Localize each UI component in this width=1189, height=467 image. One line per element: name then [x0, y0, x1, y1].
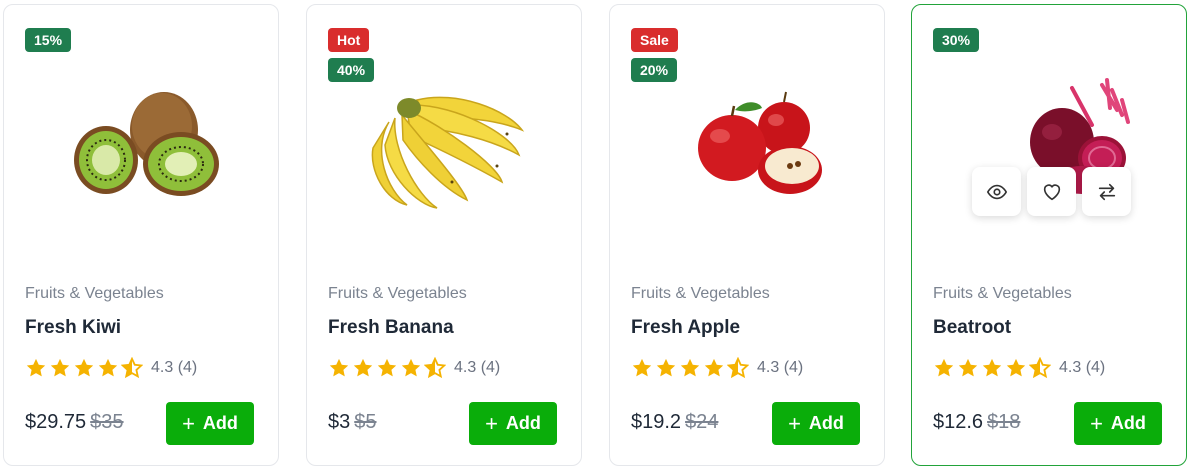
- rating-text: 4.3 (4): [1059, 359, 1106, 376]
- plus-icon: +: [1090, 410, 1103, 436]
- product-category[interactable]: Fruits & Vegetables: [328, 285, 467, 303]
- star-half-icon: [727, 357, 749, 379]
- wishlist-button[interactable]: [1027, 167, 1076, 216]
- compare-icon: [1098, 183, 1115, 200]
- star-icon: [632, 358, 652, 377]
- old-price: $18: [987, 411, 1021, 433]
- star-half-icon: [121, 357, 143, 379]
- old-price: $5: [354, 411, 377, 433]
- discount-badge: 30%: [933, 28, 980, 52]
- price: $19.2 $24: [631, 411, 718, 434]
- star-icon: [353, 358, 373, 377]
- rating: 4.3 (4): [631, 357, 803, 379]
- plus-icon: +: [485, 410, 498, 436]
- star-icon: [958, 358, 978, 377]
- sale-badge: Sale: [631, 28, 678, 52]
- star-icon: [74, 358, 94, 377]
- current-price: $29.75: [25, 411, 87, 433]
- product-image-kiwi[interactable]: [44, 70, 240, 220]
- star-half-icon: [424, 357, 446, 379]
- star-icon: [704, 358, 724, 377]
- star-icon: [26, 358, 46, 377]
- star-half-icon: [1029, 357, 1051, 379]
- add-label: Add: [808, 413, 844, 433]
- current-price: $12.6: [933, 411, 984, 433]
- product-card-apple[interactable]: Sale 20% Fruits & Vegetables Fresh Apple…: [609, 4, 885, 466]
- product-category[interactable]: Fruits & Vegetables: [631, 285, 770, 303]
- compare-button[interactable]: [1082, 167, 1131, 216]
- heart-icon: [1043, 183, 1060, 200]
- product-card-banana[interactable]: Hot 40% Fruits & Vegetables Fresh Banana…: [306, 4, 582, 466]
- rating-text: 4.3 (4): [151, 359, 198, 376]
- rating-text: 4.3 (4): [454, 359, 501, 376]
- add-label: Add: [505, 413, 541, 433]
- product-title[interactable]: Fresh Banana: [328, 317, 454, 339]
- product-card-beatroot[interactable]: 30% Fruits & Vegetables Beatroot 4.3 (4)…: [911, 4, 1187, 466]
- rating: 4.3 (4): [328, 357, 500, 379]
- eye-icon: [986, 184, 1007, 199]
- price: $12.6 $18: [933, 411, 1020, 434]
- current-price: $3: [328, 411, 351, 433]
- product-card-kiwi[interactable]: 15% Fruits & Vegetables Fresh Kiwi 4.3 (…: [3, 4, 279, 466]
- quick-actions: [972, 167, 1131, 216]
- discount-badge: 15%: [25, 28, 72, 52]
- current-price: $19.2: [631, 411, 682, 433]
- product-image-banana[interactable]: [347, 70, 543, 220]
- product-category[interactable]: Fruits & Vegetables: [25, 285, 164, 303]
- rating: 4.3 (4): [25, 357, 197, 379]
- price: $3 $5: [328, 411, 377, 434]
- badge-group: 15%: [25, 28, 72, 52]
- quick-view-button[interactable]: [972, 167, 1021, 216]
- star-icon: [656, 358, 676, 377]
- hot-badge: Hot: [328, 28, 370, 52]
- old-price: $24: [685, 411, 719, 433]
- rating: 4.3 (4): [933, 357, 1105, 379]
- star-icon: [1006, 358, 1026, 377]
- star-icon: [982, 358, 1002, 377]
- add-to-cart-button[interactable]: + Add: [772, 402, 860, 445]
- add-to-cart-button[interactable]: + Add: [166, 402, 254, 445]
- add-to-cart-button[interactable]: + Add: [469, 402, 557, 445]
- plus-icon: +: [788, 410, 801, 436]
- product-title[interactable]: Beatroot: [933, 317, 1011, 339]
- rating-text: 4.3 (4): [757, 359, 804, 376]
- add-label: Add: [202, 413, 238, 433]
- star-icon: [50, 358, 70, 377]
- product-image-apple[interactable]: [650, 70, 846, 220]
- add-to-cart-button[interactable]: + Add: [1074, 402, 1162, 445]
- price: $29.75 $35: [25, 411, 124, 434]
- add-label: Add: [1110, 413, 1146, 433]
- plus-icon: +: [182, 410, 195, 436]
- star-icon: [934, 358, 954, 377]
- product-title[interactable]: Fresh Kiwi: [25, 317, 121, 339]
- product-category[interactable]: Fruits & Vegetables: [933, 285, 1072, 303]
- old-price: $35: [90, 411, 124, 433]
- product-title[interactable]: Fresh Apple: [631, 317, 740, 339]
- star-icon: [680, 358, 700, 377]
- star-icon: [377, 358, 397, 377]
- star-icon: [401, 358, 421, 377]
- badge-group: 30%: [933, 28, 980, 52]
- star-icon: [329, 358, 349, 377]
- star-icon: [98, 358, 118, 377]
